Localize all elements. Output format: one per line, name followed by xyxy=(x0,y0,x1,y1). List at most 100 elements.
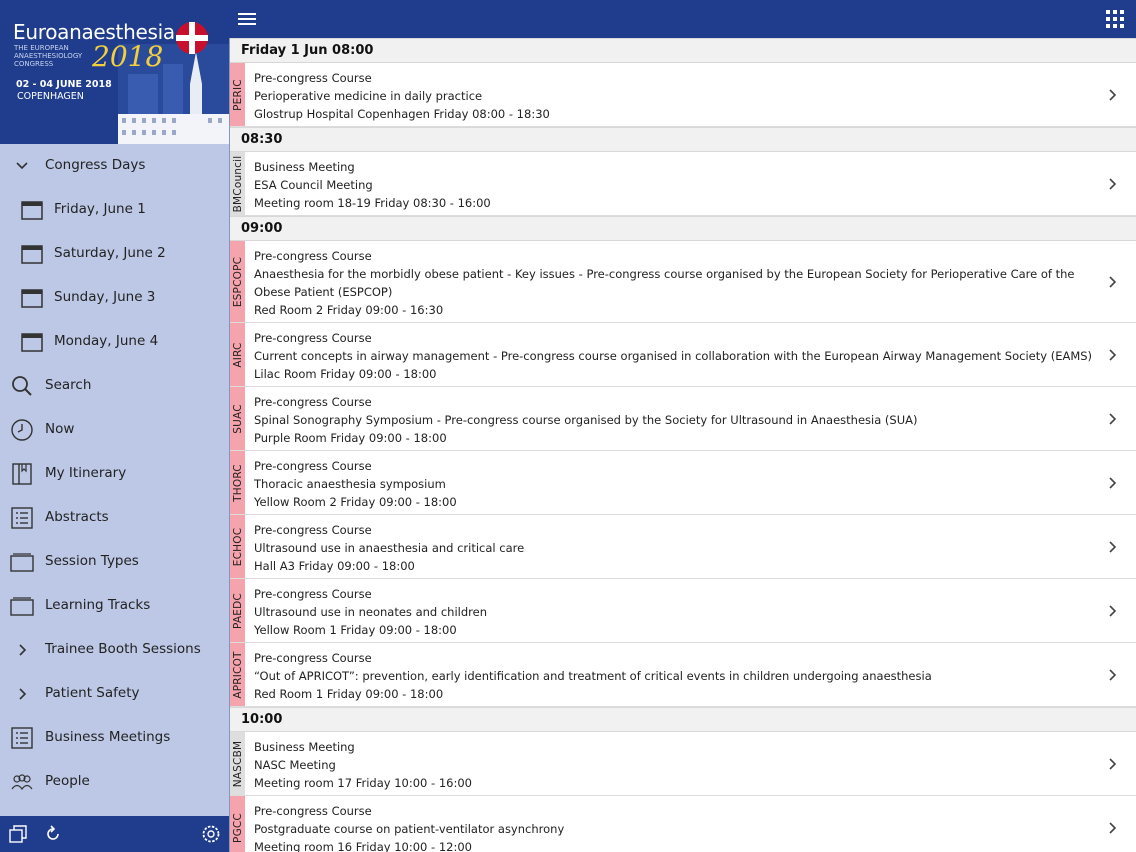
clock-icon xyxy=(11,419,33,441)
session-type: Pre-congress Course xyxy=(254,523,372,537)
banner-dates: 02 - 04 JUNE 2018 xyxy=(16,79,112,90)
time-header: 10:00 xyxy=(230,707,1136,732)
book-icon xyxy=(12,463,32,485)
session-type: Pre-congress Course xyxy=(254,71,372,85)
session-row[interactable]: AIRC Pre-congress Course Current concept… xyxy=(230,323,1136,387)
sidebar-item-learning-tracks[interactable]: Learning Tracks xyxy=(0,584,229,628)
session-title: “Out of APRICOT”: prevention, early iden… xyxy=(254,669,932,683)
session-location: Yellow Room 2 Friday 09:00 - 18:00 xyxy=(254,495,457,509)
chevron-right-icon xyxy=(1109,822,1117,834)
sidebar-item-people[interactable]: People xyxy=(0,760,229,804)
calendar-icon xyxy=(21,333,43,352)
sidebar-item-label: Business Meetings xyxy=(45,729,171,745)
session-code-tag: NASCBM xyxy=(230,732,245,795)
session-title: NASC Meeting xyxy=(254,758,336,772)
sidebar-item-label: Search xyxy=(45,377,92,393)
folder-icon xyxy=(10,597,34,616)
chevron-right-icon xyxy=(19,688,27,700)
sidebar-item-label: Congress Days xyxy=(45,157,146,173)
list-icon xyxy=(11,507,33,529)
session-code-tag: ESPCOPC xyxy=(230,241,245,322)
sidebar-item-saturday[interactable]: Saturday, June 2 xyxy=(0,232,229,276)
chevron-right-icon xyxy=(1109,541,1117,553)
time-header-label: 10:00 xyxy=(241,712,283,727)
session-code-tag: SUAC xyxy=(230,387,245,450)
sidebar-item-label: Saturday, June 2 xyxy=(54,245,166,261)
session-code-tag: PAEDC xyxy=(230,579,245,642)
session-type: Pre-congress Course xyxy=(254,249,372,263)
time-header: 08:30 xyxy=(230,127,1136,152)
time-header: 09:00 xyxy=(230,216,1136,241)
sidebar-item-now[interactable]: Now xyxy=(0,408,229,452)
sidebar-footer xyxy=(0,816,229,852)
chevron-right-icon xyxy=(1109,669,1117,681)
hamburger-menu-icon[interactable] xyxy=(237,9,257,29)
time-header-label: Friday 1 Jun 08:00 xyxy=(241,43,374,58)
session-code-tag: BMCouncil xyxy=(230,152,245,215)
session-type: Pre-congress Course xyxy=(254,804,372,818)
session-type: Pre-congress Course xyxy=(254,651,372,665)
session-title: Ultrasound use in anaesthesia and critic… xyxy=(254,541,525,555)
session-title: ESA Council Meeting xyxy=(254,178,373,192)
session-row[interactable]: ESPCOPC Pre-congress Course Anaesthesia … xyxy=(230,241,1136,323)
session-title: Spinal Sonography Symposium - Pre-congre… xyxy=(254,413,918,427)
congress-banner: Euroanaesthesia THE EUROPEAN ANAESTHESIO… xyxy=(0,0,229,144)
apps-grid-icon[interactable] xyxy=(1105,9,1125,29)
session-code-tag: APRICOT xyxy=(230,643,245,706)
session-row[interactable]: APRICOT Pre-congress Course “Out of APRI… xyxy=(230,643,1136,707)
session-code-tag: PERIC xyxy=(230,63,245,126)
session-row[interactable]: THORC Pre-congress Course Thoracic anaes… xyxy=(230,451,1136,515)
sidebar-item-my-itinerary[interactable]: My Itinerary xyxy=(0,452,229,496)
chevron-right-icon xyxy=(1109,276,1117,288)
time-header: Friday 1 Jun 08:00 xyxy=(230,38,1136,63)
session-location: Glostrup Hospital Copenhagen Friday 08:0… xyxy=(254,107,550,121)
sidebar-item-monday[interactable]: Monday, June 4 xyxy=(0,320,229,364)
search-icon xyxy=(12,376,32,396)
chevron-right-icon xyxy=(1109,758,1117,770)
chevron-right-icon xyxy=(1109,349,1117,361)
session-row[interactable]: BMCouncil Business Meeting ESA Council M… xyxy=(230,152,1136,216)
sidebar-item-congress-days[interactable]: Congress Days xyxy=(0,144,229,188)
folder-icon xyxy=(10,553,34,572)
sidebar-item-trainee-booth-sessions[interactable]: Trainee Booth Sessions xyxy=(0,628,229,672)
session-title: Ultrasound use in neonates and children xyxy=(254,605,488,619)
sidebar-item-sunday[interactable]: Sunday, June 3 xyxy=(0,276,229,320)
session-location: Red Room 1 Friday 09:00 - 18:00 xyxy=(254,687,444,701)
session-row[interactable]: SUAC Pre-congress Course Spinal Sonograp… xyxy=(230,387,1136,451)
sidebar-item-label: Monday, June 4 xyxy=(54,333,159,349)
sidebar-item-label: Sunday, June 3 xyxy=(54,289,156,305)
session-list: Friday 1 Jun 08:00 PERIC Pre-congress Co… xyxy=(230,38,1136,852)
top-bar xyxy=(229,0,1136,38)
copy-icon[interactable] xyxy=(8,824,28,844)
sidebar-item-patient-safety[interactable]: Patient Safety xyxy=(0,672,229,716)
session-location: Meeting room 16 Friday 10:00 - 12:00 xyxy=(254,840,472,852)
session-location: Red Room 2 Friday 09:00 - 16:30 xyxy=(254,303,444,317)
session-type: Pre-congress Course xyxy=(254,459,372,473)
sidebar-item-business-meetings[interactable]: Business Meetings xyxy=(0,716,229,760)
chevron-down-icon xyxy=(16,162,28,170)
session-type: Pre-congress Course xyxy=(254,331,372,345)
session-row[interactable]: PAEDC Pre-congress Course Ultrasound use… xyxy=(230,579,1136,643)
sidebar-item-label: Patient Safety xyxy=(45,685,140,701)
session-location: Yellow Room 1 Friday 09:00 - 18:00 xyxy=(254,623,457,637)
sidebar-item-label: Session Types xyxy=(45,553,139,569)
sidebar-item-abstracts[interactable]: Abstracts xyxy=(0,496,229,540)
sidebar-item-label: My Itinerary xyxy=(45,465,127,481)
session-location: Meeting room 18-19 Friday 08:30 - 16:00 xyxy=(254,196,491,210)
sidebar-item-search[interactable]: Search xyxy=(0,364,229,408)
session-type: Business Meeting xyxy=(254,740,355,754)
sidebar-item-friday[interactable]: Friday, June 1 xyxy=(0,188,229,232)
session-row[interactable]: ECHOC Pre-congress Course Ultrasound use… xyxy=(230,515,1136,579)
sidebar-item-session-types[interactable]: Session Types xyxy=(0,540,229,584)
gear-icon[interactable] xyxy=(201,824,221,844)
chevron-right-icon xyxy=(19,644,27,656)
session-type: Pre-congress Course xyxy=(254,587,372,601)
session-title: Perioperative medicine in daily practice xyxy=(254,89,483,103)
session-type: Pre-congress Course xyxy=(254,395,372,409)
session-row[interactable]: PERIC Pre-congress Course Perioperative … xyxy=(230,63,1136,127)
refresh-icon[interactable] xyxy=(43,824,63,844)
session-row[interactable]: NASCBM Business Meeting NASC Meeting Mee… xyxy=(230,732,1136,796)
session-row[interactable]: PGCC Pre-congress Course Postgraduate co… xyxy=(230,796,1136,852)
banner-subtitle: THE EUROPEAN ANAESTHESIOLOGY CONGRESS xyxy=(14,44,83,68)
people-icon xyxy=(11,774,33,791)
